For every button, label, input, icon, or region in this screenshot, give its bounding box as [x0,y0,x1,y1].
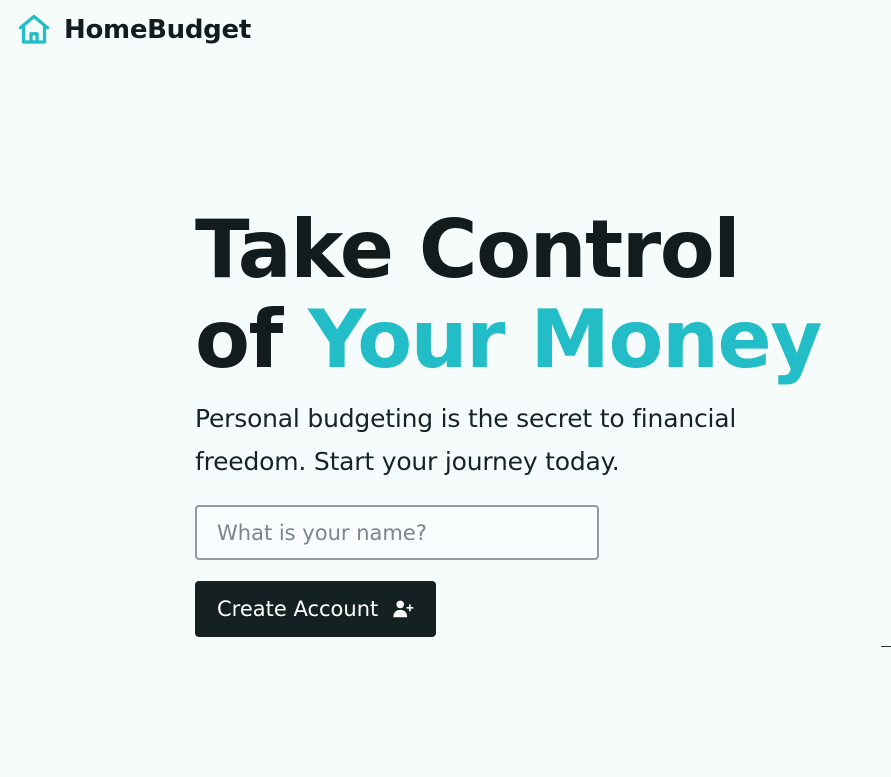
brand-name[interactable]: HomeBudget [64,15,251,45]
hero-headline: Take Control of Your Money [195,205,855,385]
hero-section: Take Control of Your Money Personal budg… [195,205,855,637]
create-account-button[interactable]: Create Account [195,581,437,637]
headline-accent: Your Money [308,293,822,386]
top-nav: HomeBudget [16,12,251,48]
hero-tagline: Personal budgeting is the secret to fina… [195,404,737,476]
headline-line-1: Take Control [195,203,741,296]
create-account-form: Create Account [195,505,855,637]
headline-line-2-prefix: of [195,293,309,386]
create-account-label: Create Account [217,597,379,621]
edge-divider [881,646,891,647]
name-input[interactable] [195,505,599,560]
user-plus-icon [393,600,414,618]
home-icon[interactable] [16,12,52,48]
